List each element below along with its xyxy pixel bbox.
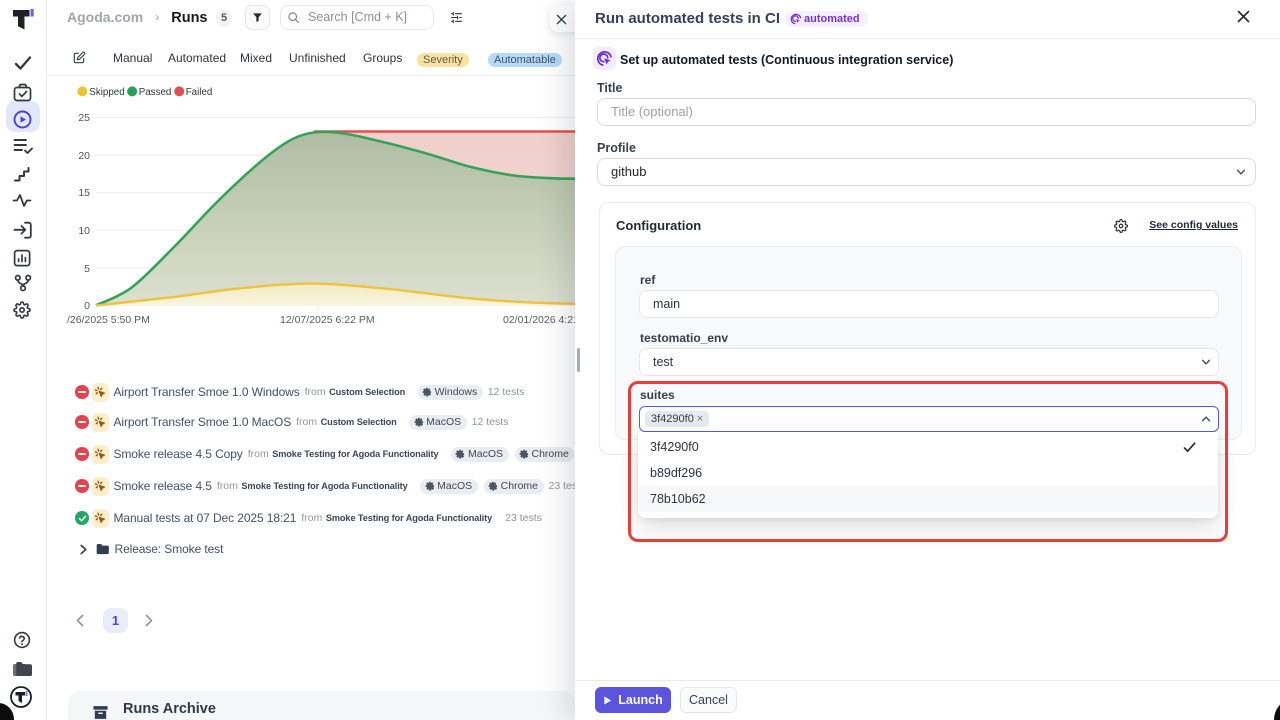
svg-text:15: 15	[78, 187, 90, 199]
svg-text:Failed: Failed	[186, 87, 213, 98]
svg-text:5: 5	[84, 263, 90, 275]
svg-text:20: 20	[78, 150, 90, 162]
svg-text:Passed: Passed	[139, 87, 172, 98]
svg-text:Skipped: Skipped	[89, 87, 124, 98]
svg-text:10: 10	[78, 225, 90, 237]
svg-text:0: 0	[84, 300, 90, 312]
svg-text:25: 25	[78, 112, 90, 124]
